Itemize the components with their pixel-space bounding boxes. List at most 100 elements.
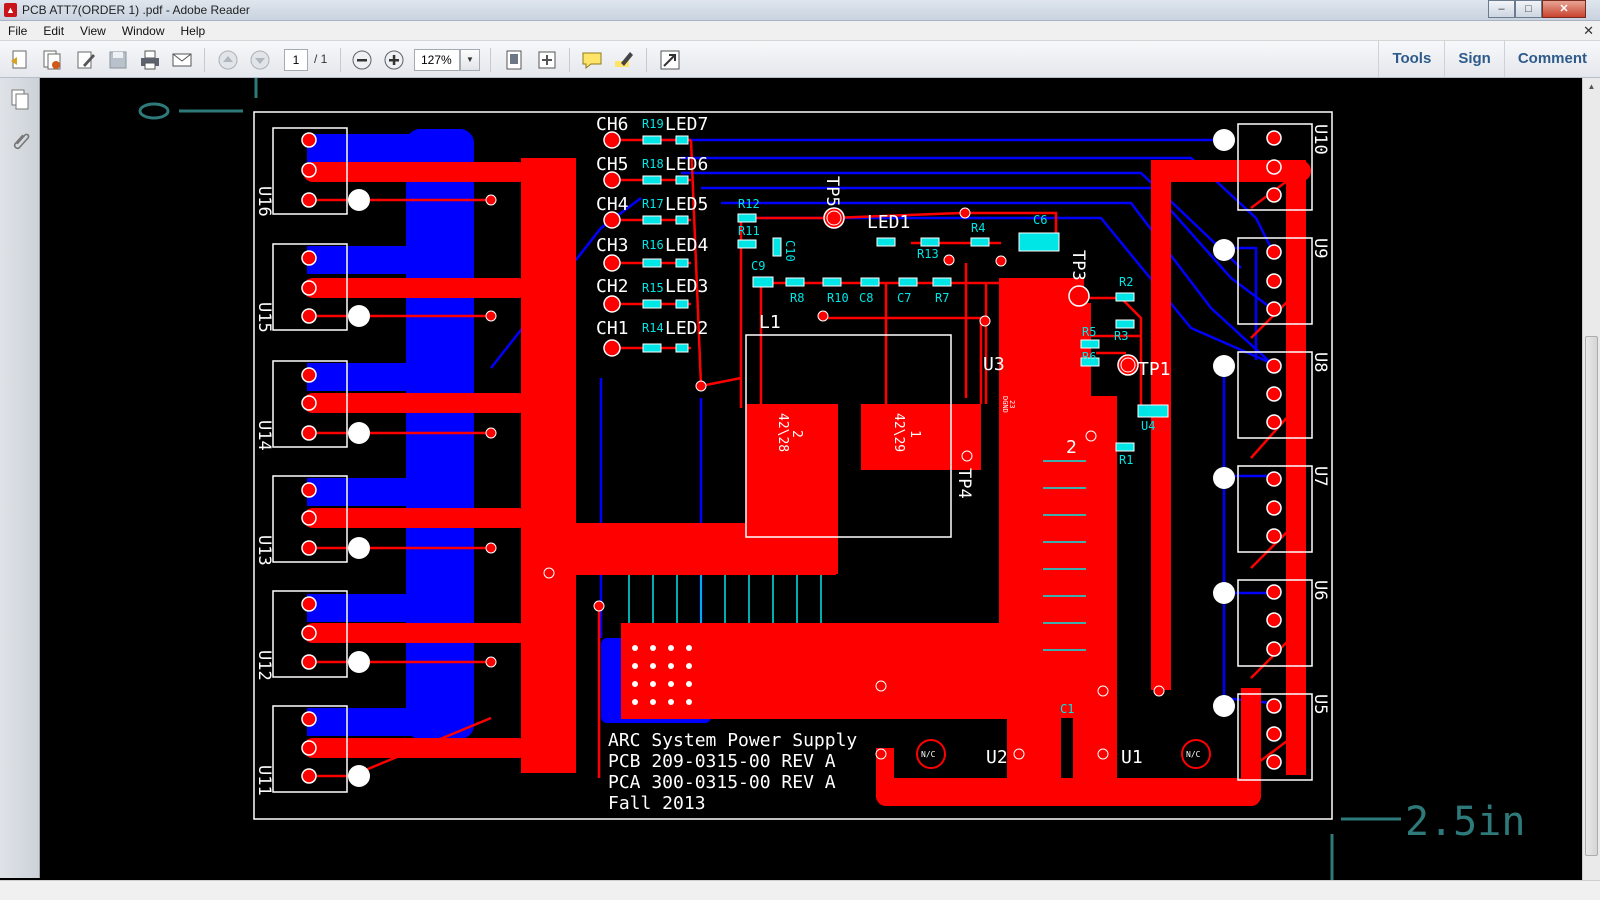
board-title-line: ARC System Power Supply: [608, 730, 857, 751]
board-pca-number: PCA 300-0315-00 REV A: [608, 772, 836, 793]
comment-button[interactable]: Comment: [1503, 41, 1600, 77]
window-controls: – □ ✕: [1488, 0, 1586, 18]
u2-label: U2: [986, 747, 1008, 768]
toolbar: 1 / 1 127% ▼ Tools Sign Comment: [0, 41, 1600, 78]
edit-pdf-icon[interactable]: [74, 48, 98, 72]
led-label: LED4: [665, 235, 708, 256]
zoom-field[interactable]: 127%: [414, 49, 460, 71]
combine-files-icon[interactable]: [40, 48, 64, 72]
email-icon[interactable]: [170, 48, 194, 72]
c8-label: C8: [859, 291, 873, 305]
test-point-label: TP4: [954, 468, 974, 499]
c1-label: C1: [1060, 702, 1074, 716]
close-button[interactable]: ✕: [1542, 0, 1586, 18]
page-number-input[interactable]: 1: [284, 49, 308, 71]
pad-net-label: 42\28: [775, 413, 790, 452]
r10-label: R10: [827, 291, 849, 305]
dimension-circle: [138, 102, 170, 120]
page-down-icon[interactable]: [248, 48, 272, 72]
u4-label: U4: [1141, 419, 1155, 433]
menu-view[interactable]: View: [72, 21, 114, 40]
add-comment-icon[interactable]: [580, 48, 604, 72]
resistor-label: R16: [642, 238, 664, 252]
c10-label: C10: [783, 240, 797, 262]
vertical-scrollbar[interactable]: ▲: [1582, 78, 1600, 880]
pad-pin-number: 1: [907, 430, 922, 438]
zoom-dropdown-icon[interactable]: ▼: [460, 49, 480, 71]
task-pane-tabs: Tools Sign Comment: [1378, 41, 1600, 77]
r12-label: R12: [738, 197, 760, 211]
attachments-icon[interactable]: [9, 130, 31, 154]
document-view[interactable]: 2.5in N/C N/C CH6 CH5 CH4 CH3 CH2 CH1 LE…: [41, 78, 1549, 880]
minimize-button[interactable]: –: [1488, 0, 1515, 18]
connector-label: U14: [254, 420, 274, 451]
toolbar-separator: [490, 48, 491, 72]
toolbar-separator: [204, 48, 205, 72]
create-pdf-icon[interactable]: [8, 48, 32, 72]
pad-net-label: 42\29: [891, 413, 906, 452]
led-label: LED2: [665, 318, 708, 339]
scroll-thumb[interactable]: [1585, 336, 1598, 856]
close-document-icon[interactable]: ✕: [1583, 23, 1594, 39]
r4-label: R4: [971, 221, 985, 235]
fit-page-icon[interactable]: [502, 48, 526, 72]
c6-label: C6: [1033, 213, 1047, 227]
u1-label: U1: [1121, 747, 1143, 768]
scroll-up-icon[interactable]: ▲: [1583, 78, 1600, 95]
nc-label: N/C: [921, 750, 936, 759]
channel-label: CH1: [596, 318, 629, 339]
connector-label: U12: [254, 650, 274, 681]
c7-label: C7: [897, 291, 911, 305]
r11-label: R11: [738, 224, 760, 238]
page-up-icon[interactable]: [216, 48, 240, 72]
r3-label: R3: [1114, 329, 1128, 343]
r2-label: R2: [1119, 275, 1133, 289]
connector-label: U9: [1310, 238, 1330, 258]
test-point-label: TP5: [822, 176, 842, 207]
r8-label: R8: [790, 291, 804, 305]
page-thumbnails-icon[interactable]: [9, 88, 31, 112]
channel-label: CH3: [596, 235, 629, 256]
navigation-pane: [0, 78, 40, 878]
toolbar-separator: [569, 48, 570, 72]
full-screen-icon[interactable]: [658, 48, 682, 72]
menu-window[interactable]: Window: [114, 21, 173, 40]
zoom-in-icon[interactable]: [382, 48, 406, 72]
toolbar-separator: [646, 48, 647, 72]
u3-label: U3: [983, 354, 1005, 375]
connector-label: U6: [1310, 580, 1330, 600]
pad-pin-number: 2: [789, 430, 804, 438]
menu-file[interactable]: File: [0, 21, 35, 40]
highlight-icon[interactable]: [612, 48, 636, 72]
r5-label: R5: [1082, 325, 1096, 339]
channel-label: CH6: [596, 114, 629, 135]
c9-label: C9: [751, 259, 765, 273]
zoom-out-icon[interactable]: [350, 48, 374, 72]
resistor-label: R17: [642, 197, 664, 211]
dimension-label: 2.5in: [1405, 799, 1525, 845]
connector-label: U8: [1310, 352, 1330, 372]
pcb-layout-drawing: 2.5in N/C N/C CH6 CH5 CH4 CH3 CH2 CH1 LE…: [138, 78, 1525, 880]
connector-label: U11: [254, 765, 274, 796]
save-icon[interactable]: [106, 48, 130, 72]
full-width-icon[interactable]: [535, 48, 559, 72]
connector-label: U10: [1310, 124, 1330, 155]
ic-net-label: DGND: [1001, 396, 1009, 413]
print-icon[interactable]: [138, 48, 162, 72]
maximize-button[interactable]: □: [1515, 0, 1542, 18]
r6-label: R6: [1082, 350, 1096, 364]
menu-help[interactable]: Help: [173, 21, 214, 40]
led-label: LED5: [665, 194, 708, 215]
board-date: Fall 2013: [608, 793, 706, 814]
led-label: LED7: [665, 114, 708, 135]
led1-label: LED1: [867, 212, 910, 233]
r7-label: R7: [935, 291, 949, 305]
resistor-label: R18: [642, 157, 664, 171]
tools-button[interactable]: Tools: [1378, 41, 1444, 77]
title-bar: ▲ PCB ATT7(ORDER 1) .pdf - Adobe Reader …: [0, 0, 1600, 21]
l1-label: L1: [759, 312, 781, 333]
menu-edit[interactable]: Edit: [35, 21, 72, 40]
resistor-label: R19: [642, 117, 664, 131]
sign-button[interactable]: Sign: [1444, 41, 1504, 77]
pdf-icon: ▲: [4, 3, 17, 17]
